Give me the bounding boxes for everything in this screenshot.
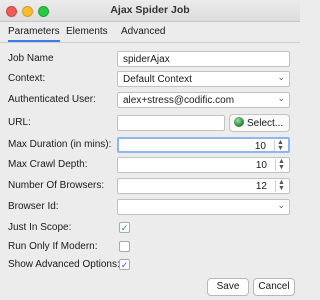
max-crawl-depth-row: Max Crawl Depth: 10 ▲ ▼ [0, 156, 300, 174]
context-label: Context: [8, 73, 46, 84]
select-button-label: Select... [247, 118, 284, 129]
max-duration-spinner[interactable]: 10 ▲ ▼ [117, 137, 290, 153]
url-input[interactable] [117, 115, 225, 131]
run-if-modern-row: Run Only If Modern: [0, 238, 300, 256]
save-button[interactable]: Save [207, 278, 249, 296]
tab-divider [0, 42, 300, 43]
num-browsers-label: Number Of Browsers: [8, 180, 105, 191]
title-bar: Ajax Spider Job [0, 0, 300, 22]
globe-icon [234, 117, 244, 127]
stepper-icon[interactable]: ▲ ▼ [274, 139, 286, 151]
run-if-modern-label: Run Only If Modern: [8, 241, 98, 252]
tab-parameters[interactable]: Parameters [8, 26, 60, 42]
auth-user-label: Authenticated User: [8, 94, 96, 105]
max-duration-value: 10 [254, 141, 266, 152]
show-advanced-label: Show Advanced Options: [8, 259, 120, 270]
tab-advanced[interactable]: Advanced [121, 26, 165, 42]
max-duration-row: Max Duration (in mins): 10 ▲ ▼ [0, 136, 300, 154]
auth-user-select[interactable]: alex+stress@codific.com ⌄ [117, 92, 290, 108]
run-if-modern-checkbox[interactable] [119, 241, 130, 252]
stepper-icon[interactable]: ▲ ▼ [275, 179, 287, 192]
context-row: Context: Default Context ⌄ [0, 70, 300, 88]
url-row: URL: Select... [0, 114, 300, 132]
browser-id-select[interactable]: ⌄ [117, 199, 290, 215]
select-url-button[interactable]: Select... [229, 114, 290, 132]
job-name-input[interactable]: spiderAjax [117, 51, 290, 67]
auth-user-row: Authenticated User: alex+stress@codific.… [0, 91, 300, 109]
tab-bar: Parameters Elements Advanced [0, 22, 300, 42]
show-advanced-row: Show Advanced Options: ✓ [0, 256, 300, 274]
just-in-scope-checkbox[interactable]: ✓ [119, 222, 130, 233]
stepper-icon[interactable]: ▲ ▼ [275, 158, 287, 171]
chevron-down-icon: ⌄ [277, 93, 285, 103]
show-advanced-checkbox[interactable]: ✓ [119, 259, 130, 270]
cancel-button[interactable]: Cancel [253, 278, 295, 296]
just-in-scope-label: Just In Scope: [8, 222, 72, 233]
chevron-down-icon: ⌄ [277, 200, 285, 210]
window-title: Ajax Spider Job [110, 4, 190, 16]
context-value: Default Context [123, 74, 192, 85]
chevron-down-icon: ⌄ [277, 72, 285, 82]
browser-id-row: Browser Id: ⌄ [0, 198, 300, 216]
max-crawl-depth-label: Max Crawl Depth: [8, 159, 88, 170]
context-select[interactable]: Default Context ⌄ [117, 71, 290, 87]
max-crawl-depth-spinner[interactable]: 10 ▲ ▼ [117, 157, 290, 173]
just-in-scope-row: Just In Scope: ✓ [0, 219, 300, 237]
num-browsers-value: 12 [255, 181, 267, 192]
max-crawl-depth-value: 10 [255, 160, 267, 171]
tab-elements[interactable]: Elements [66, 26, 108, 42]
url-label: URL: [8, 117, 31, 128]
auth-user-value: alex+stress@codific.com [123, 95, 235, 106]
num-browsers-spinner[interactable]: 12 ▲ ▼ [117, 178, 290, 194]
job-name-row: Job Name spiderAjax [0, 50, 300, 68]
num-browsers-row: Number Of Browsers: 12 ▲ ▼ [0, 177, 300, 195]
browser-id-label: Browser Id: [8, 201, 59, 212]
max-duration-label: Max Duration (in mins): [8, 139, 112, 150]
job-name-label: Job Name [8, 53, 54, 64]
